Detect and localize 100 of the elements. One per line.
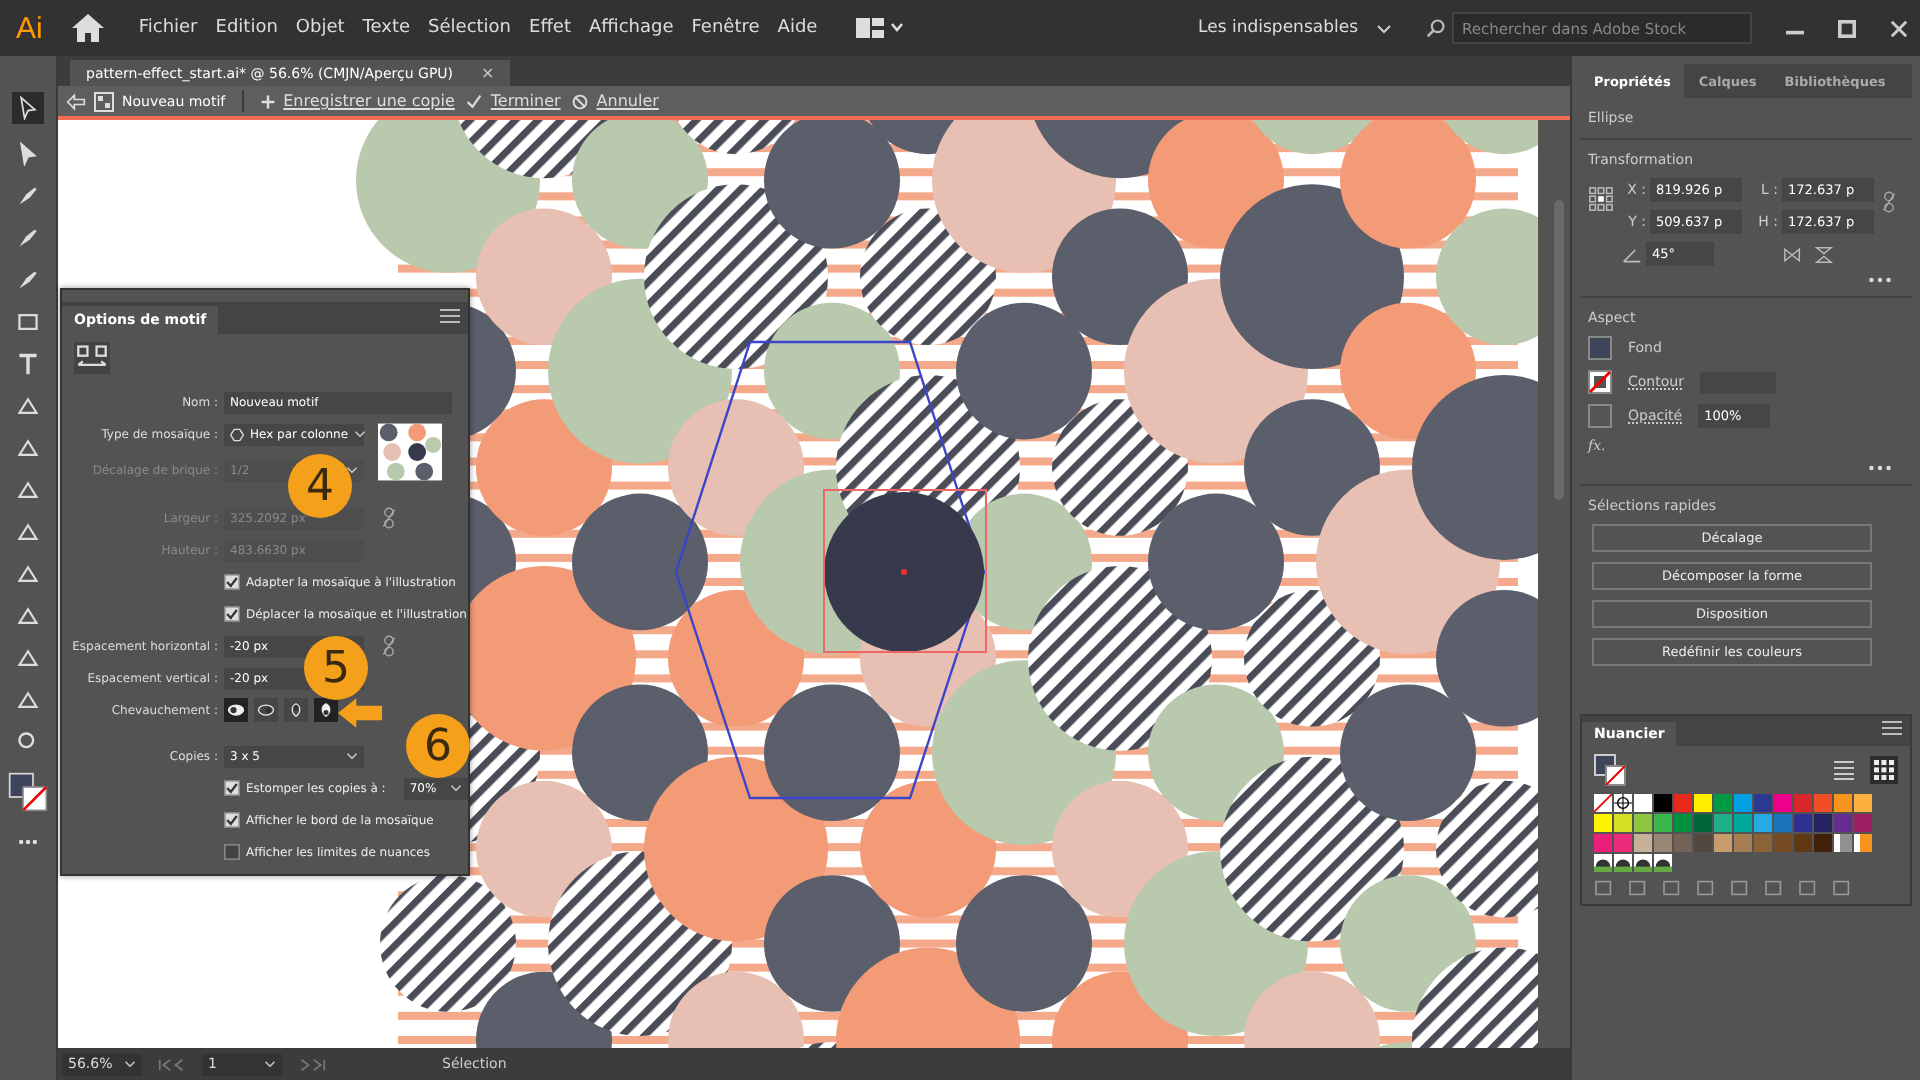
color-swatch[interactable] [1814,834,1832,852]
color-swatch[interactable] [1634,834,1652,852]
color-swatch[interactable] [1694,814,1712,832]
fill-stroke-icon[interactable] [8,772,48,812]
color-swatch[interactable] [1594,834,1612,852]
color-swatch[interactable] [1674,834,1692,852]
registration-swatch[interactable] [1614,794,1632,812]
overlap-option-icon[interactable] [224,698,248,722]
menu-item[interactable]: Fenêtre [691,18,760,38]
checkbox[interactable] [224,812,240,828]
previous-artboard-icon[interactable] [158,1057,186,1071]
flip-icon[interactable] [1782,245,1834,263]
zoom-icon[interactable] [16,730,40,754]
color-swatch[interactable] [1754,814,1772,832]
overlap-option-icon[interactable] [284,698,308,722]
color-swatch[interactable] [1774,814,1792,832]
grid-view-icon[interactable] [1870,756,1898,784]
more-options-icon[interactable] [1868,276,1892,284]
link-toggle-icon[interactable] [1882,190,1896,214]
stroke-swatch[interactable] [1588,370,1612,394]
pen-icon[interactable] [16,184,40,208]
color-swatch[interactable] [1834,794,1852,812]
color-swatch[interactable] [1694,794,1712,812]
next-artboard-icon[interactable] [298,1057,326,1071]
direct-selection-icon[interactable] [16,142,40,166]
checkbox[interactable] [224,574,240,590]
color-swatch[interactable] [1634,814,1652,832]
panel-menu-icon[interactable] [1882,718,1902,738]
panel-menu-icon[interactable] [440,306,460,326]
color-swatch[interactable] [1854,814,1872,832]
color-swatch[interactable] [1654,814,1672,832]
close-icon[interactable] [1890,19,1908,37]
color-swatch[interactable] [1734,834,1752,852]
color-swatch[interactable] [1674,794,1692,812]
menu-item[interactable]: Sélection [428,18,512,38]
menu-item[interactable]: Edition [215,18,278,38]
checkbox[interactable] [224,606,240,622]
plus-icon[interactable] [259,93,276,109]
checkbox[interactable] [224,780,240,796]
color-swatch[interactable] [1834,814,1852,832]
color-swatch[interactable] [1774,794,1792,812]
color-swatch[interactable] [1654,834,1672,852]
pattern-swatch[interactable] [1594,854,1612,872]
cancel-icon[interactable] [572,93,589,109]
link-toggle-icon[interactable] [382,634,396,658]
menu-item[interactable]: Effet [529,18,571,38]
color-swatch[interactable] [1814,794,1832,812]
color-swatch[interactable] [1674,814,1692,832]
pattern-action-link[interactable]: Enregistrer une copie [283,92,455,110]
color-swatch[interactable] [1734,814,1752,832]
maximize-icon[interactable] [1838,19,1856,37]
color-swatch[interactable] [1614,834,1632,852]
overlap-option-icon[interactable] [254,698,278,722]
color-swatch[interactable] [1694,834,1712,852]
color-swatch[interactable] [1854,794,1872,812]
back-arrow-icon[interactable] [66,91,86,111]
color-swatch[interactable] [1634,794,1652,812]
gradient-swatch[interactable] [1834,834,1852,852]
reference-point-icon[interactable] [1588,186,1614,212]
pattern-swatch[interactable] [1614,854,1632,872]
fill-swatch[interactable] [1588,336,1612,360]
checkbox[interactable] [224,844,240,860]
color-swatch[interactable] [1774,834,1792,852]
list-view-icon[interactable] [1830,756,1858,784]
home-icon[interactable] [72,14,105,42]
type-icon[interactable] [16,352,40,376]
color-swatch[interactable] [1754,794,1772,812]
none-swatch[interactable] [1594,794,1612,812]
color-swatch[interactable] [1794,834,1812,852]
menu-item[interactable]: Objet [295,18,345,38]
pattern-action-link[interactable]: Terminer [490,92,561,110]
menu-item[interactable]: Fichier [138,18,198,38]
pattern-swatch[interactable] [1654,854,1672,872]
tile-edit-tool-icon[interactable] [74,342,110,374]
overlap-option-icon[interactable] [314,698,338,722]
color-swatch[interactable] [1734,794,1752,812]
workspace-dropdown[interactable]: Les indispensables [1198,18,1358,38]
color-swatch[interactable] [1794,794,1812,812]
menu-item[interactable]: Aide [777,18,818,38]
color-swatch[interactable] [1614,814,1632,832]
color-swatch[interactable] [1794,814,1812,832]
color-swatch[interactable] [1714,834,1732,852]
pattern-action-link[interactable]: Annuler [596,92,659,110]
color-swatch[interactable] [1714,814,1732,832]
color-swatch[interactable] [1594,814,1612,832]
color-swatch[interactable] [1814,814,1832,832]
opacity-swatch[interactable] [1588,404,1612,428]
color-swatch[interactable] [1714,794,1732,812]
menu-item[interactable]: Affichage [588,18,674,38]
pattern-swatch[interactable] [1634,854,1652,872]
more-options-icon[interactable] [1868,464,1892,472]
caret-icon[interactable] [1376,23,1392,33]
app-logo[interactable]: Ai [16,11,43,45]
gradient-swatch[interactable] [1854,834,1872,852]
fill-stroke-icon[interactable] [1594,754,1626,786]
workspace-layout-icon[interactable] [855,18,904,38]
color-swatch[interactable] [1754,834,1772,852]
menu-item[interactable]: Texte [362,18,411,38]
checkmark-icon[interactable] [466,93,483,109]
rectangle-icon[interactable] [16,310,40,334]
